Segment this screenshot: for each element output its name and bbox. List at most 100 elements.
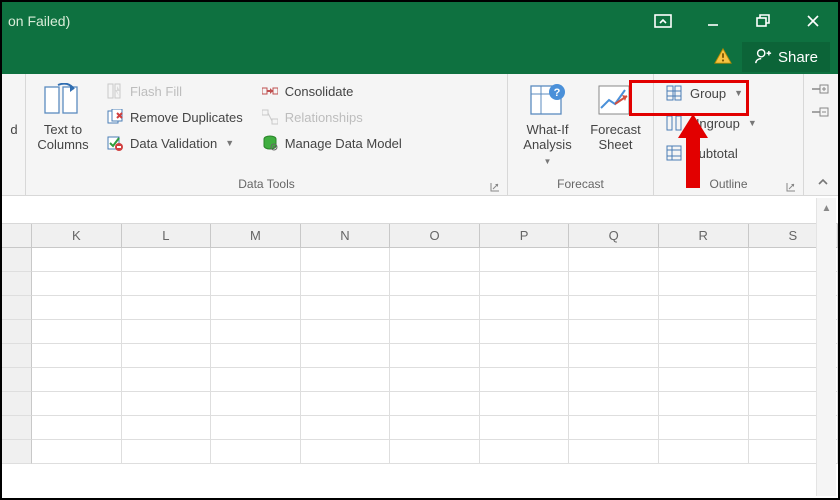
text-to-columns-button[interactable]: Text to Columns	[32, 78, 94, 152]
cell[interactable]	[480, 440, 570, 464]
column-header[interactable]: P	[480, 224, 570, 247]
cell[interactable]	[659, 344, 749, 368]
cell[interactable]	[569, 368, 659, 392]
row-header[interactable]	[2, 248, 32, 272]
column-header[interactable]: R	[659, 224, 749, 247]
cell[interactable]	[659, 296, 749, 320]
cell[interactable]	[569, 440, 659, 464]
cell[interactable]	[390, 344, 480, 368]
cell[interactable]	[659, 248, 749, 272]
cell[interactable]	[480, 272, 570, 296]
subtotal-button[interactable]: Subtotal	[660, 138, 797, 168]
cell[interactable]	[122, 416, 212, 440]
cell[interactable]	[480, 248, 570, 272]
cell[interactable]	[390, 320, 480, 344]
cell[interactable]	[211, 368, 301, 392]
column-header[interactable]: Q	[569, 224, 659, 247]
relationships-button[interactable]: Relationships	[255, 104, 408, 130]
cell[interactable]	[480, 320, 570, 344]
consolidate-button[interactable]: Consolidate	[255, 78, 408, 104]
row-header[interactable]	[2, 344, 32, 368]
cell[interactable]	[390, 248, 480, 272]
cell[interactable]	[390, 272, 480, 296]
cell[interactable]	[32, 272, 122, 296]
row-header[interactable]	[2, 320, 32, 344]
cell[interactable]	[390, 368, 480, 392]
column-header[interactable]: N	[301, 224, 391, 247]
cell[interactable]	[32, 296, 122, 320]
dialog-launcher-icon[interactable]	[489, 181, 501, 193]
minimize-button[interactable]	[688, 2, 738, 40]
row-header[interactable]	[2, 272, 32, 296]
spreadsheet-grid[interactable]	[2, 248, 838, 464]
data-validation-button[interactable]: Data Validation ▼	[100, 130, 249, 156]
vertical-scrollbar[interactable]: ▲	[816, 198, 836, 496]
cell[interactable]	[32, 440, 122, 464]
row-header[interactable]	[2, 296, 32, 320]
cell[interactable]	[32, 320, 122, 344]
row-header[interactable]	[2, 368, 32, 392]
cell[interactable]	[122, 272, 212, 296]
cell[interactable]	[211, 248, 301, 272]
hide-detail-button[interactable]	[810, 105, 830, 122]
cell[interactable]	[211, 440, 301, 464]
collapse-ribbon-button[interactable]	[816, 175, 832, 191]
cell[interactable]	[211, 416, 301, 440]
flash-fill-button[interactable]: Flash Fill	[100, 78, 249, 104]
column-header[interactable]: O	[390, 224, 480, 247]
cell[interactable]	[480, 368, 570, 392]
cell[interactable]	[390, 416, 480, 440]
cell[interactable]	[659, 368, 749, 392]
cell[interactable]	[659, 320, 749, 344]
cell[interactable]	[122, 392, 212, 416]
remove-duplicates-button[interactable]: Remove Duplicates	[100, 104, 249, 130]
forecast-sheet-button[interactable]: Forecast Sheet	[585, 78, 647, 152]
cell[interactable]	[301, 248, 391, 272]
warning-icon[interactable]	[714, 47, 732, 68]
cell[interactable]	[569, 272, 659, 296]
cell[interactable]	[211, 392, 301, 416]
cell[interactable]	[301, 416, 391, 440]
share-button[interactable]: Share	[742, 42, 830, 72]
what-if-analysis-button[interactable]: ? What-If Analysis ▼	[515, 78, 581, 169]
cell[interactable]	[301, 392, 391, 416]
ungroup-button[interactable]: Ungroup ▼	[660, 108, 797, 138]
row-header[interactable]	[2, 392, 32, 416]
cell[interactable]	[122, 344, 212, 368]
row-header[interactable]	[2, 440, 32, 464]
cell[interactable]	[301, 272, 391, 296]
show-detail-button[interactable]	[810, 82, 830, 99]
cell[interactable]	[659, 440, 749, 464]
cell[interactable]	[659, 416, 749, 440]
cell[interactable]	[32, 368, 122, 392]
cell[interactable]	[480, 296, 570, 320]
manage-data-model-button[interactable]: Manage Data Model	[255, 130, 408, 156]
cell[interactable]	[301, 296, 391, 320]
cell[interactable]	[390, 392, 480, 416]
column-header[interactable]: K	[32, 224, 122, 247]
cell[interactable]	[211, 272, 301, 296]
cell[interactable]	[301, 320, 391, 344]
cell[interactable]	[301, 344, 391, 368]
cell[interactable]	[480, 416, 570, 440]
cell[interactable]	[390, 440, 480, 464]
cell[interactable]	[569, 344, 659, 368]
cell[interactable]	[211, 344, 301, 368]
ribbon-display-options-button[interactable]	[638, 2, 688, 40]
cell[interactable]	[211, 320, 301, 344]
column-header[interactable]: L	[122, 224, 212, 247]
cell[interactable]	[122, 320, 212, 344]
cell[interactable]	[32, 248, 122, 272]
cell[interactable]	[480, 392, 570, 416]
cell[interactable]	[569, 392, 659, 416]
scroll-up-button[interactable]: ▲	[817, 198, 837, 218]
dialog-launcher-icon[interactable]	[785, 181, 797, 193]
cell[interactable]	[569, 416, 659, 440]
column-header[interactable]: M	[211, 224, 301, 247]
group-button[interactable]: Group ▼	[660, 78, 797, 108]
partial-button[interactable]: d	[4, 78, 24, 137]
cell[interactable]	[301, 440, 391, 464]
restore-button[interactable]	[738, 2, 788, 40]
cell[interactable]	[569, 320, 659, 344]
select-all-corner[interactable]	[2, 224, 32, 247]
